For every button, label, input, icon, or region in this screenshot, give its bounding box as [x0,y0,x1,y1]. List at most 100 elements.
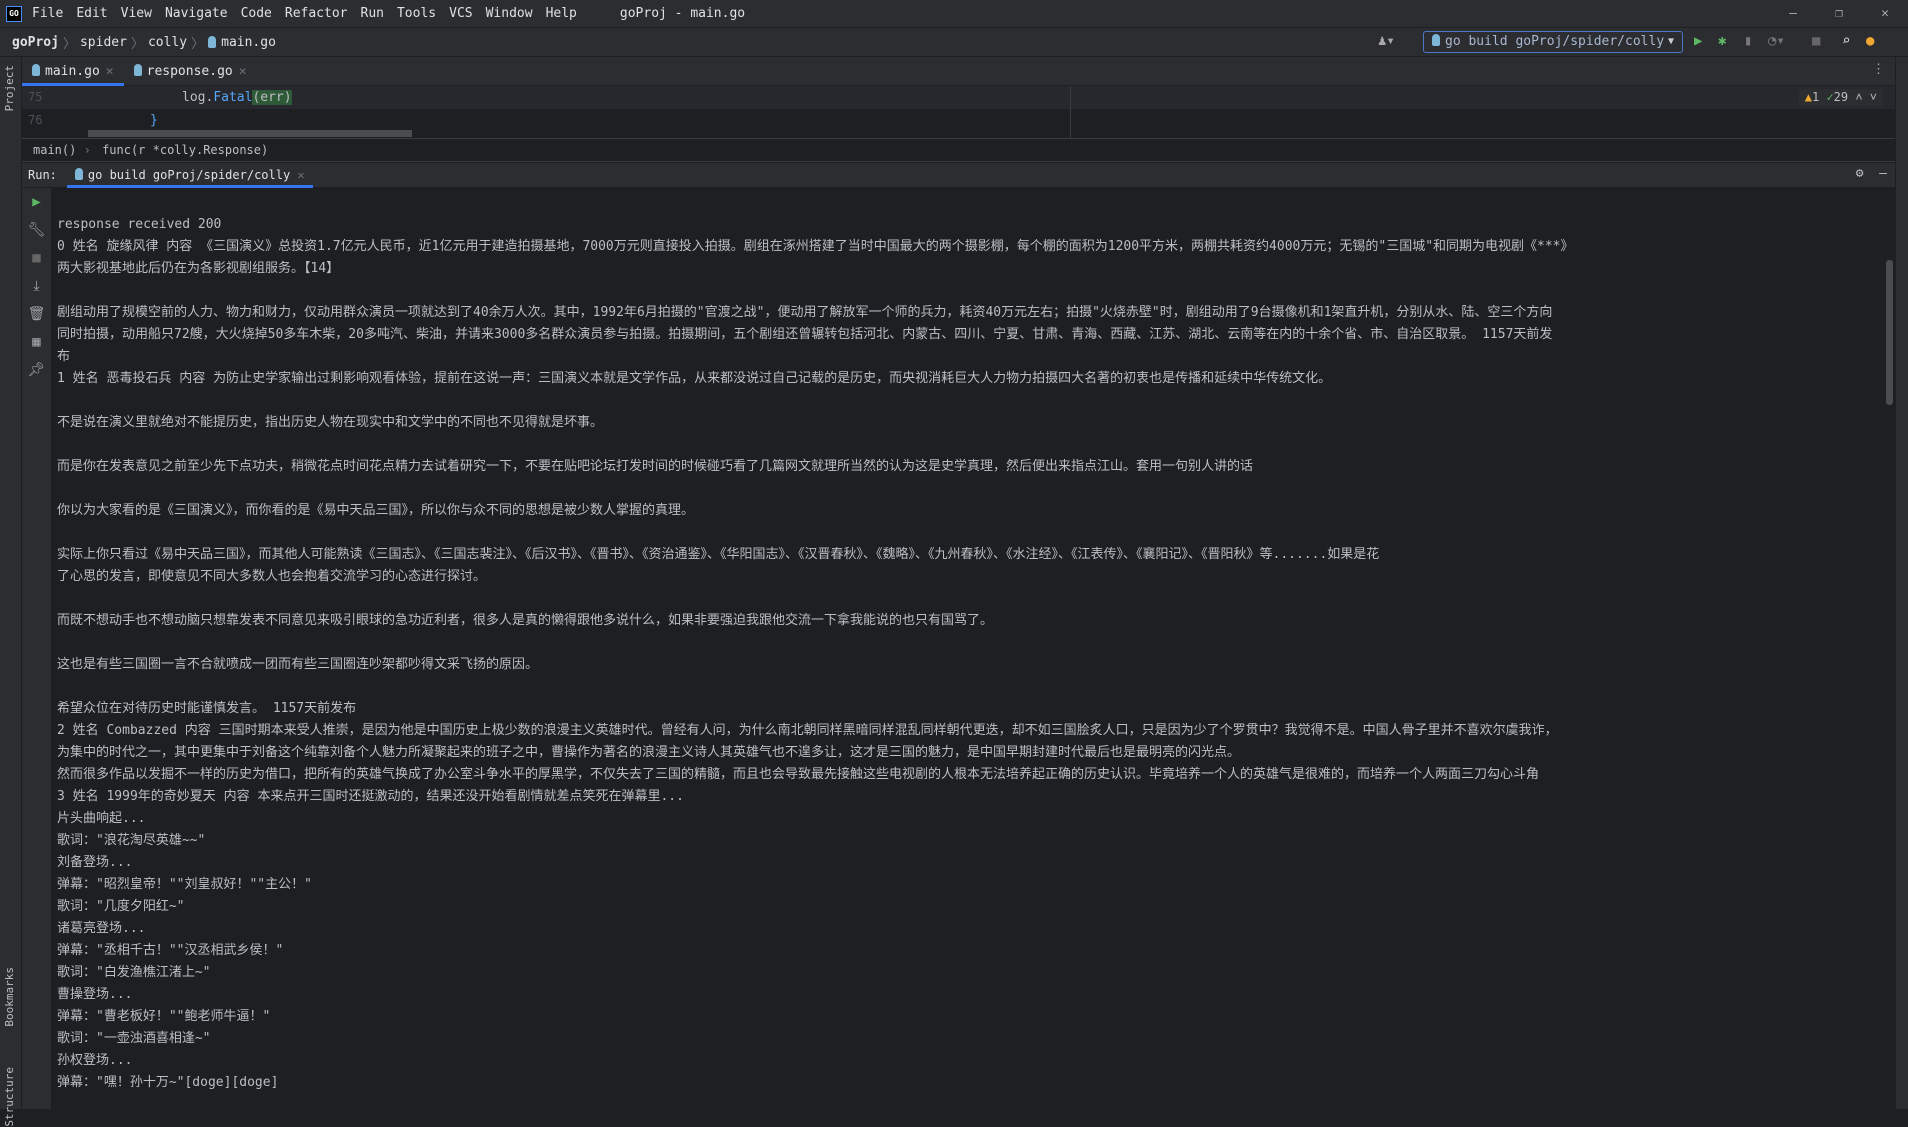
menu-window[interactable]: Window [486,6,533,21]
restore-button[interactable]: ❐ [1816,0,1862,28]
structure-tool-button[interactable]: Structure [3,1067,16,1127]
tab-response-go[interactable]: response.go ✕ [124,57,257,86]
menu-run[interactable]: Run [361,6,384,21]
hide-panel-icon[interactable]: — [1879,166,1887,181]
go-file-icon [32,63,40,76]
console-line: 你以为大家看的是《三国演义》，而你看的是《易中天品三国》，所以你与众不同的思想是… [57,503,695,518]
console-line: 歌词："白发渔樵江渚上~" [57,965,211,980]
menu-refactor[interactable]: Refactor [285,6,348,21]
update-icon[interactable]: ● [1866,33,1874,49]
editor-tabs: main.go ✕ response.go ✕ ⋮ [22,57,1895,86]
run-icon[interactable]: ▶ [1694,33,1702,49]
console-line: response received 200 [57,217,222,232]
console-line: 希望众位在对待历史时能谨慎发言。 1157天前发布 [57,701,357,716]
run-configuration-select[interactable]: go build goProj/spider/colly ▼ [1423,31,1683,53]
crumb-main[interactable]: main() [33,143,76,157]
crumb-func[interactable]: func(r *colly.Response) [102,143,268,157]
minimize-button[interactable]: — [1770,0,1816,28]
code-breadcrumb: main() › func(r *colly.Response) [22,138,1895,162]
breadcrumb-file[interactable]: main.go [221,35,276,50]
code-editor[interactable]: 75 log.Fatal(err) 76} ▲1 ✓29 ˄ ˅ [22,86,1895,138]
close-tab-icon[interactable]: ✕ [106,64,114,79]
scroll-to-end-icon[interactable]: ⤓ [22,272,51,300]
coverage-icon[interactable]: ▮ [1744,33,1752,49]
console-line: 而是你在发表意见之前至少先下点功夫，稍微花点时间花点精力去试着研究一下，不要在贴… [57,459,1254,474]
rerun-icon[interactable]: ▶ [22,188,51,216]
tab-main-go[interactable]: main.go ✕ [22,57,124,86]
bookmarks-tool-button[interactable]: Bookmarks [3,967,16,1027]
breadcrumb-colly[interactable]: colly [148,35,187,50]
pin-icon[interactable]: 📌︎ [22,356,51,384]
run-toolbar: ▶ 🔧︎ ■ ⤓ 🗑︎ ▦ 📌︎ [22,188,52,1109]
settings-gear-icon[interactable]: ⚙ [1856,166,1864,181]
console-line: 然而很多作品以发掘不一样的历史为借口，把所有的英雄气换成了办公室斗争水平的厚黑学… [57,767,1540,782]
console-line: 实际上你只看过《易中天品三国》，而其他人可能熟读《三国志》、《三国志裴注》、《后… [57,547,1380,562]
project-tool-button[interactable]: Project [3,65,16,111]
console-line: 孙权登场... [57,1053,133,1068]
console-line: 诸葛亮登场... [57,921,146,936]
warning-icon: ▲ [1804,90,1812,104]
console-line: 1 姓名 恶毒投石兵 内容 为防止史学家输出过剩影响观看体验，提前在这说一声：三… [57,371,1332,386]
title-bar: GO File Edit View Navigate Code Refactor Run To… [0,0,1908,28]
console-output[interactable]: response received 200 0 姓名 旋缘风律 内容 《三国演义》… [53,188,1888,1109]
right-tool-stripe [1895,57,1908,1109]
vertical-scrollbar[interactable] [1886,260,1893,405]
menu-file[interactable]: File [32,6,63,21]
run-label: Run: [28,168,57,182]
console-line: 3 姓名 1999年的奇妙夏天 内容 本来点开三国时还挺激动的，结果还没开始看剧… [57,789,684,804]
console-line: 不是说在演义里就绝对不能提历史，指出历史人物在现实中和文学中的不同也不见得就是坏… [57,415,604,430]
stop-icon[interactable]: ■ [1812,33,1820,49]
next-highlight-icon[interactable]: ˅ [1870,90,1877,104]
console-line: 歌词："浪花淘尽英雄~~" [57,833,206,848]
horizontal-scrollbar[interactable] [88,130,412,137]
breadcrumb-project[interactable]: goProj [12,35,59,50]
console-line: 歌词："一壶浊酒喜相逢~" [57,1031,211,1046]
layout-icon[interactable]: ▦ [22,328,51,356]
menu-edit[interactable]: Edit [76,6,107,21]
console-line: 歌词："几度夕阳红~" [57,899,185,914]
close-button[interactable]: ✕ [1862,0,1908,28]
console-line: 弹幕："丞相千古！""汉丞相武乡侯！" [57,943,284,958]
console-line: 而既不想动手也不想动脑只想靠发表不同意见来吸引眼球的急功近利者，很多人是真的懒得… [57,613,994,628]
console-line: 同时拍摄，动用船只72艘，大火烧掉50多车木柴，20多吨汽、柴油，并请来3000… [57,327,1553,342]
go-icon [1432,34,1440,46]
run-tab-label: go build goProj/spider/colly [87,167,291,182]
breadcrumb-spider[interactable]: spider [80,35,127,50]
inspection-widget[interactable]: ▲1 ✓29 ˄ ˅ [1798,89,1883,106]
console-line: 0 姓名 旋缘风律 内容 《三国演义》总投资1.7亿元人民币，近1亿元用于建造拍… [57,239,1574,254]
left-tool-stripe: Project Bookmarks Structure [0,57,22,1127]
more-options-icon[interactable]: ⋮ [1872,62,1885,77]
menu-tools[interactable]: Tools [397,6,436,21]
trash-icon[interactable]: 🗑︎ [22,300,51,328]
menu-vcs[interactable]: VCS [449,6,472,21]
close-tab-icon[interactable]: ✕ [239,64,247,79]
menu-view[interactable]: View [121,6,152,21]
menu-code[interactable]: Code [241,6,272,21]
console-line: 剧组动用了规模空前的人力、物力和财力，仅动用群众演员一项就达到了40余万人次。其… [57,305,1553,320]
search-icon[interactable]: ⌕ [1842,33,1850,49]
close-tab-icon[interactable]: ✕ [297,168,304,182]
wrench-icon[interactable]: 🔧︎ [22,216,51,244]
navigation-bar: goProj 〉 spider 〉 colly 〉 main.go ♟▾ go bui… [0,28,1908,57]
menu-help[interactable]: Help [546,6,577,21]
tab-label: main.go [45,63,100,79]
menu-navigate[interactable]: Navigate [165,6,228,21]
debug-icon[interactable]: ✱ [1718,33,1726,49]
user-icon[interactable]: ♟▾ [1378,33,1395,49]
prev-highlight-icon[interactable]: ˄ [1855,90,1862,104]
console-line: 2 姓名 Combazzed 内容 三国时期本来受人推崇，是因为他是中国历史上极… [57,723,1558,738]
console-line: 两大影视基地此后仍在为各影视剧组服务。【14】 [57,261,340,276]
stop-icon[interactable]: ■ [22,244,51,272]
console-line: 了心思的发言，即使意见不同大多数人也会抱着交流学习的心态进行探讨。 [57,569,487,584]
console-line: 片头曲响起... [57,811,146,826]
profile-icon[interactable]: ◔▾ [1768,33,1785,49]
run-tab[interactable]: go build goProj/spider/colly ✕ [66,163,313,188]
